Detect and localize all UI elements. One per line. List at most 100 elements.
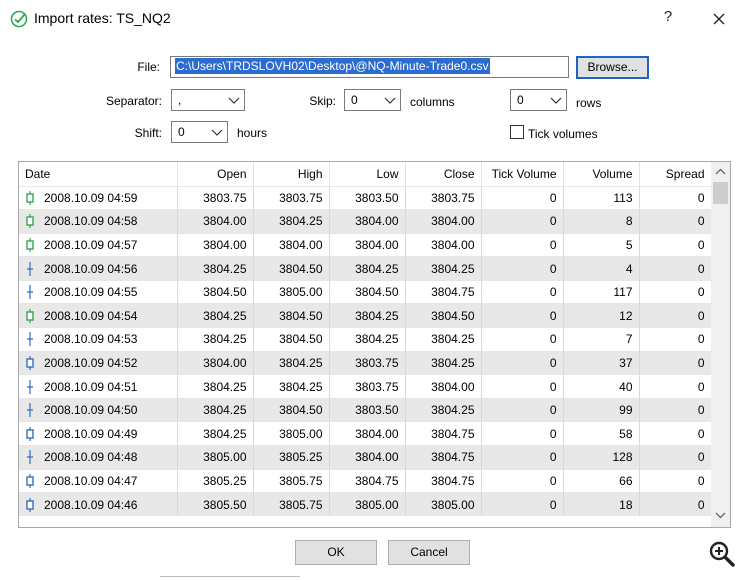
- candle-blue-icon: [25, 426, 44, 441]
- column-header[interactable]: Close: [405, 162, 482, 186]
- vol-cell: 128: [563, 445, 640, 470]
- scrollbar-thumb[interactable]: [713, 182, 728, 204]
- column-header[interactable]: Spread: [639, 162, 712, 186]
- date-text: 2008.10.09 04:47: [44, 473, 138, 488]
- table-row[interactable]: 2008.10.09 04:46 3805.50 3805.75 3805.00 380…: [19, 492, 712, 517]
- date-cell: 2008.10.09 04:51: [19, 374, 178, 399]
- spread-cell: 0: [639, 421, 712, 446]
- spread-cell: 0: [639, 445, 712, 470]
- date-cell: 2008.10.09 04:48: [19, 445, 178, 470]
- table-row[interactable]: 2008.10.09 04:52 3804.00 3804.25 3803.75 380…: [19, 350, 712, 375]
- rates-table[interactable]: Date Open High Low Close Tick Volume Vol…: [18, 161, 731, 528]
- high-cell: 3805.00: [253, 421, 330, 446]
- column-header[interactable]: Tick Volume: [481, 162, 564, 186]
- open-cell: 3804.50: [177, 279, 254, 304]
- chevron-down-icon: [550, 97, 562, 104]
- table-row[interactable]: 2008.10.09 04:56 3804.25 3804.50 3804.25 380…: [19, 256, 712, 281]
- high-cell: 3804.50: [253, 303, 330, 328]
- browse-button[interactable]: Browse...: [576, 56, 649, 79]
- column-header[interactable]: High: [253, 162, 330, 186]
- table-row[interactable]: 2008.10.09 04:49 3804.25 3805.00 3804.00 380…: [19, 421, 712, 446]
- table-row[interactable]: 2008.10.09 04:53 3804.25 3804.50 3804.25 380…: [19, 327, 712, 352]
- chevron-down-icon: [211, 129, 223, 136]
- tick-cell: 0: [481, 185, 564, 210]
- low-cell: 3804.00: [329, 421, 406, 446]
- tick-cell: 0: [481, 445, 564, 470]
- table-row[interactable]: 2008.10.09 04:58 3804.00 3804.25 3804.00 380…: [19, 209, 712, 234]
- table-row[interactable]: 2008.10.09 04:51 3804.25 3804.25 3803.75 380…: [19, 374, 712, 399]
- close-icon[interactable]: [706, 6, 732, 32]
- column-header[interactable]: Open: [177, 162, 254, 186]
- vol-cell: 117: [563, 279, 640, 304]
- column-header[interactable]: Date: [19, 162, 178, 186]
- table-row[interactable]: 2008.10.09 04:59 3803.75 3803.75 3803.50 380…: [19, 185, 712, 210]
- zoom-in-icon[interactable]: [708, 540, 736, 568]
- scroll-up-icon[interactable]: [711, 164, 730, 180]
- separator-select[interactable]: ,: [171, 89, 245, 111]
- tick-cell: 0: [481, 421, 564, 446]
- candle-cross-icon: [25, 403, 44, 418]
- candle-blue-icon: [25, 497, 44, 512]
- candle-cross-icon: [25, 261, 44, 276]
- shift-label: Shift:: [134, 126, 162, 140]
- open-cell: 3804.25: [177, 327, 254, 352]
- tick-cell: 0: [481, 492, 564, 517]
- chevron-down-icon: [384, 97, 396, 104]
- candle-cross-icon: [25, 332, 44, 347]
- date-cell: 2008.10.09 04:55: [19, 279, 178, 304]
- file-path-input[interactable]: C:\Users\TRDSLOVH02\Desktop\@NQ-Minute-T…: [170, 56, 569, 78]
- table-row[interactable]: 2008.10.09 04:47 3805.25 3805.75 3804.75 380…: [19, 468, 712, 493]
- candle-green-icon: [25, 308, 44, 323]
- tick-cell: 0: [481, 256, 564, 281]
- column-header[interactable]: Volume: [563, 162, 640, 186]
- low-cell: 3804.00: [329, 232, 406, 257]
- vol-cell: 8: [563, 209, 640, 234]
- table-row[interactable]: 2008.10.09 04:50 3804.25 3804.50 3803.50 380…: [19, 397, 712, 422]
- high-cell: 3805.00: [253, 279, 330, 304]
- vol-cell: 7: [563, 327, 640, 352]
- low-cell: 3805.00: [329, 492, 406, 517]
- date-cell: 2008.10.09 04:56: [19, 256, 178, 281]
- shift-value: 0: [178, 125, 185, 139]
- file-path-selected-text: C:\Users\TRDSLOVH02\Desktop\@NQ-Minute-T…: [175, 58, 490, 74]
- vol-cell: 66: [563, 468, 640, 493]
- close-cell: 3804.25: [405, 350, 482, 375]
- low-cell: 3804.25: [329, 327, 406, 352]
- open-cell: 3805.00: [177, 445, 254, 470]
- tick-volumes-checkbox[interactable]: [510, 125, 524, 139]
- high-cell: 3805.75: [253, 492, 330, 517]
- tick-cell: 0: [481, 209, 564, 234]
- date-text: 2008.10.09 04:46: [44, 497, 138, 512]
- scroll-down-icon[interactable]: [711, 507, 730, 523]
- spread-cell: 0: [639, 185, 712, 210]
- table-row[interactable]: 2008.10.09 04:54 3804.25 3804.50 3804.25 380…: [19, 303, 712, 328]
- spread-cell: 0: [639, 468, 712, 493]
- close-cell: 3804.25: [405, 397, 482, 422]
- high-cell: 3805.75: [253, 468, 330, 493]
- date-text: 2008.10.09 04:51: [44, 379, 138, 394]
- open-cell: 3803.75: [177, 185, 254, 210]
- close-cell: 3804.00: [405, 209, 482, 234]
- vol-cell: 37: [563, 350, 640, 375]
- candle-green-icon: [25, 190, 44, 205]
- vol-cell: 5: [563, 232, 640, 257]
- shift-select[interactable]: 0: [171, 121, 228, 143]
- spread-cell: 0: [639, 397, 712, 422]
- skip-rows-select[interactable]: 0: [510, 89, 567, 111]
- candle-cross-icon: [25, 450, 44, 465]
- skip-columns-select[interactable]: 0: [344, 89, 401, 111]
- tick-cell: 0: [481, 327, 564, 352]
- date-text: 2008.10.09 04:58: [44, 214, 138, 229]
- vol-cell: 40: [563, 374, 640, 399]
- cancel-button[interactable]: Cancel: [388, 540, 470, 565]
- vol-cell: 113: [563, 185, 640, 210]
- table-row[interactable]: 2008.10.09 04:57 3804.00 3804.00 3804.00 380…: [19, 232, 712, 257]
- tick-volumes-label[interactable]: Tick volumes: [528, 127, 598, 141]
- vertical-scrollbar[interactable]: [711, 162, 730, 527]
- help-button[interactable]: ?: [658, 8, 678, 30]
- table-row[interactable]: 2008.10.09 04:48 3805.00 3805.25 3804.00 380…: [19, 445, 712, 470]
- candle-green-icon: [25, 214, 44, 229]
- ok-button[interactable]: OK: [295, 540, 377, 565]
- table-row[interactable]: 2008.10.09 04:55 3804.50 3805.00 3804.50 380…: [19, 279, 712, 304]
- column-header[interactable]: Low: [329, 162, 406, 186]
